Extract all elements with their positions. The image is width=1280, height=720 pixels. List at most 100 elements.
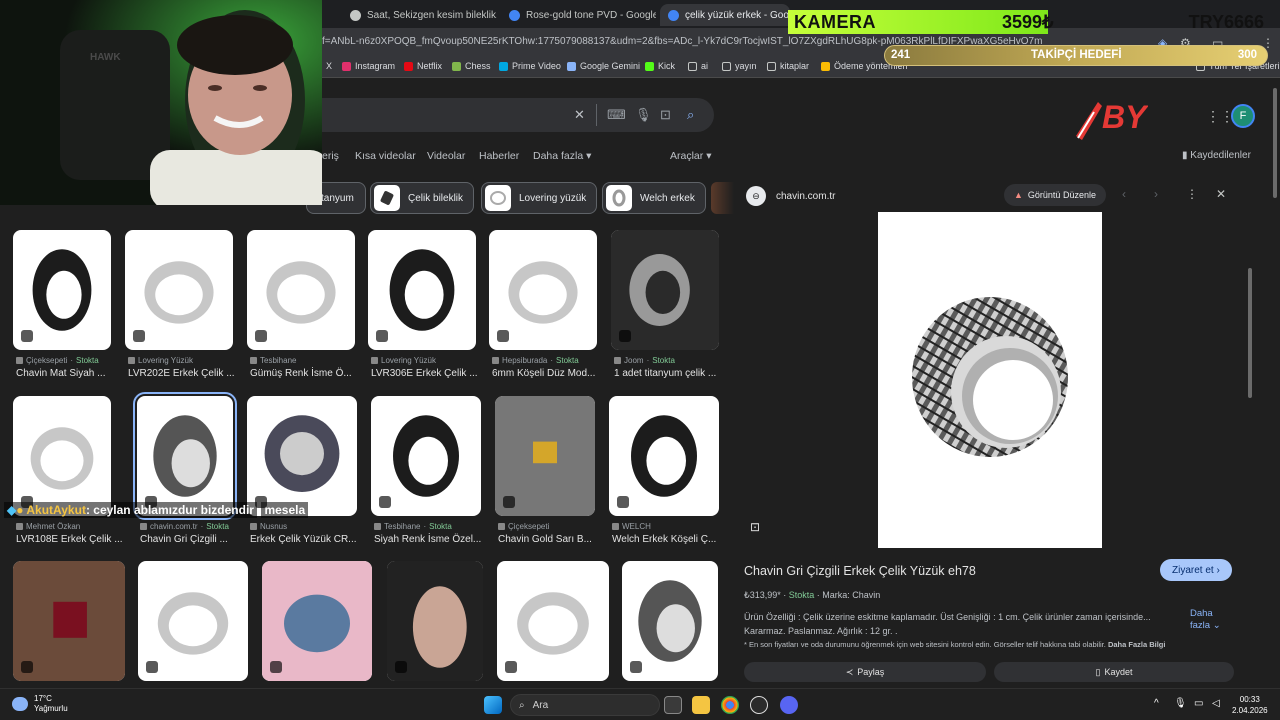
result-thumbnail[interactable] <box>611 230 719 350</box>
network-icon[interactable]: ▭ <box>1194 698 1203 709</box>
result-thumbnail[interactable] <box>371 396 481 516</box>
result-thumbnail[interactable] <box>262 561 372 681</box>
result-title[interactable]: Chavin Mat Siyah ... <box>16 368 105 379</box>
visual-search-icon[interactable]: ⊡ <box>750 520 760 534</box>
image-result-card[interactable]: Mehmet Özkan LVR108E Erkek Çelik ... <box>13 396 123 550</box>
panel-source[interactable]: ⊖ chavin.com.tr <box>746 186 835 206</box>
image-result-card[interactable]: Çiçeksepeti Chavin Gold Sarı B... <box>495 396 595 550</box>
result-title[interactable]: LVR202E Erkek Çelik ... <box>128 368 235 379</box>
result-title[interactable]: Erkek Çelik Yüzük CR... <box>250 534 357 545</box>
next-icon[interactable]: › <box>1154 187 1158 201</box>
nav-short-videos[interactable]: Kısa videolar <box>355 150 416 162</box>
more-link[interactable]: Daha fazla ⌄ <box>1190 608 1230 632</box>
image-result-card[interactable]: Lovering Yüzük LVR306E Erkek Çelik ... <box>368 230 478 384</box>
file-explorer-icon[interactable] <box>692 696 710 714</box>
page-scrollbar[interactable] <box>1270 78 1280 688</box>
more-options-icon[interactable]: ⋮ <box>1186 187 1198 201</box>
result-thumbnail[interactable] <box>489 230 597 350</box>
microphone-icon[interactable]: 🎙 <box>1174 698 1187 709</box>
bookmark-gemini[interactable]: Google Gemini <box>567 61 640 71</box>
chip-welch[interactable]: Welch erkek <box>602 182 706 214</box>
bookmark-folder-ai[interactable]: ai <box>688 61 708 71</box>
previous-icon[interactable]: ‹ <box>1122 187 1126 201</box>
bookmark-folder-kitaplar[interactable]: kitaplar <box>767 61 809 71</box>
image-result-card[interactable]: Hepsiburada · Stokta 6mm Köşeli Düz Mod..… <box>489 230 597 384</box>
account-avatar[interactable]: F <box>1231 104 1255 128</box>
result-title[interactable]: 1 adet titanyum çelik ... <box>614 368 716 379</box>
result-thumbnail[interactable] <box>13 561 125 681</box>
weather-widget[interactable]: 17°C Yağmurlu <box>12 694 68 714</box>
nav-all[interactable]: eriş <box>322 150 339 162</box>
nav-more[interactable]: Daha fazla ▾ <box>533 150 591 162</box>
result-thumbnail[interactable] <box>368 230 476 350</box>
clock[interactable]: 00:33 2.04.2026 <box>1232 694 1268 716</box>
volume-icon[interactable]: ◁ <box>1212 698 1220 709</box>
panel-title[interactable]: Chavin Gri Çizgili Erkek Çelik Yüzük eh7… <box>744 564 976 578</box>
image-result-card[interactable]: Lovering Yüzük LVR202E Erkek Çelik ... <box>125 230 235 384</box>
result-thumbnail[interactable] <box>387 561 483 681</box>
search-box[interactable]: ✕ ⌨ 🎙 ⊡ ⌕ <box>260 98 714 132</box>
result-title[interactable]: Chavin Gri Çizgili ... <box>140 534 228 545</box>
close-panel-icon[interactable]: ✕ <box>1216 187 1226 201</box>
bookmark-instagram[interactable]: Instagram <box>342 61 395 71</box>
clear-search-icon[interactable]: ✕ <box>574 107 585 123</box>
result-title[interactable]: LVR108E Erkek Çelik ... <box>16 534 123 545</box>
result-title[interactable]: LVR306E Erkek Çelik ... <box>371 368 478 379</box>
search-icon[interactable]: ⌕ <box>687 107 694 123</box>
learn-more-link[interactable]: Daha Fazla Bilgi <box>1108 640 1166 649</box>
preview-image[interactable] <box>878 212 1102 548</box>
taskbar-search[interactable]: ⌕ Ara <box>510 694 660 716</box>
bookmark-x[interactable]: X <box>326 61 332 71</box>
nav-videos[interactable]: Videolar <box>427 150 465 162</box>
doodle-logo[interactable]: BY <box>1068 88 1148 144</box>
chip-celik-bileklik[interactable]: Çelik bileklik <box>370 182 475 214</box>
bookmark-kick[interactable]: Kick <box>645 61 675 71</box>
result-thumbnail[interactable] <box>138 561 248 681</box>
result-thumbnail[interactable] <box>125 230 233 350</box>
tab-saat[interactable]: Saat, Sekizgen kesim bileklik, P ✕ <box>342 4 497 26</box>
tab-rose-gold[interactable]: Rose-gold tone PVD - Google'd ✕ <box>501 4 656 26</box>
result-title[interactable]: Siyah Renk İsme Özel... <box>374 534 481 545</box>
result-thumbnail[interactable] <box>247 230 355 350</box>
microphone-icon[interactable]: 🎙 <box>635 107 652 123</box>
save-button[interactable]: ▯ Kaydet <box>994 662 1234 682</box>
tab-celik-yuzuk[interactable]: çelik yüzük erkek - Google'da <box>660 4 790 26</box>
tray-chevron-icon[interactable]: ^ <box>1154 698 1159 709</box>
image-result-card[interactable]: Joom · Stokta 1 adet titanyum çelik ... <box>611 230 719 384</box>
result-title[interactable]: Gümüş Renk İsme Ö... <box>250 368 352 379</box>
visit-button[interactable]: Ziyaret et › <box>1160 559 1232 581</box>
bookmark-chess[interactable]: Chess <box>452 61 491 71</box>
discord-icon[interactable] <box>780 696 798 714</box>
image-result-card[interactable]: Tesbihane · Stokta Siyah Renk İsme Özel..… <box>371 396 481 550</box>
keyboard-icon[interactable]: ⌨ <box>607 107 626 123</box>
obs-icon[interactable] <box>750 696 768 714</box>
result-thumbnail[interactable] <box>609 396 719 516</box>
result-title[interactable]: Welch Erkek Köşeli Ç... <box>612 534 716 545</box>
task-view-icon[interactable] <box>664 696 682 714</box>
result-title[interactable]: Chavin Gold Sarı B... <box>498 534 592 545</box>
nav-tools[interactable]: Araçlar ▾ <box>670 150 711 162</box>
result-thumbnail[interactable] <box>622 561 718 681</box>
result-thumbnail[interactable] <box>13 396 111 516</box>
image-result-card[interactable]: Çiçeksepeti · Stokta Chavin Mat Siyah ... <box>13 230 111 384</box>
panel-scrollbar[interactable] <box>1248 268 1252 398</box>
image-result-card[interactable]: chavin.com.tr · Stokta Chavin Gri Çizgili… <box>133 392 237 550</box>
result-thumbnail[interactable] <box>133 392 237 520</box>
result-title[interactable]: 6mm Köşeli Düz Mod... <box>492 368 595 379</box>
bookmark-folder-yayin[interactable]: yayın <box>722 61 757 71</box>
edit-image-button[interactable]: ▲ Görüntü Düzenle <box>1004 184 1106 206</box>
bookmark-prime-video[interactable]: Prime Video <box>499 61 561 71</box>
scrollbar-thumb[interactable] <box>1273 88 1277 198</box>
image-result-card[interactable]: Tesbihane Gümüş Renk İsme Ö... <box>247 230 355 384</box>
result-thumbnail[interactable] <box>497 561 609 681</box>
chrome-icon[interactable] <box>721 696 739 714</box>
nav-news[interactable]: Haberler <box>479 150 519 162</box>
bookmark-netflix[interactable]: Netflix <box>404 61 442 71</box>
camera-lens-icon[interactable]: ⊡ <box>660 107 671 123</box>
image-result-card[interactable]: WELCH Welch Erkek Köşeli Ç... <box>609 396 719 550</box>
result-thumbnail[interactable] <box>495 396 595 516</box>
result-thumbnail[interactable] <box>13 230 111 350</box>
result-thumbnail[interactable] <box>247 396 357 516</box>
start-button[interactable] <box>484 696 502 714</box>
apps-grid-icon[interactable]: ⋮⋮ <box>1206 108 1234 125</box>
